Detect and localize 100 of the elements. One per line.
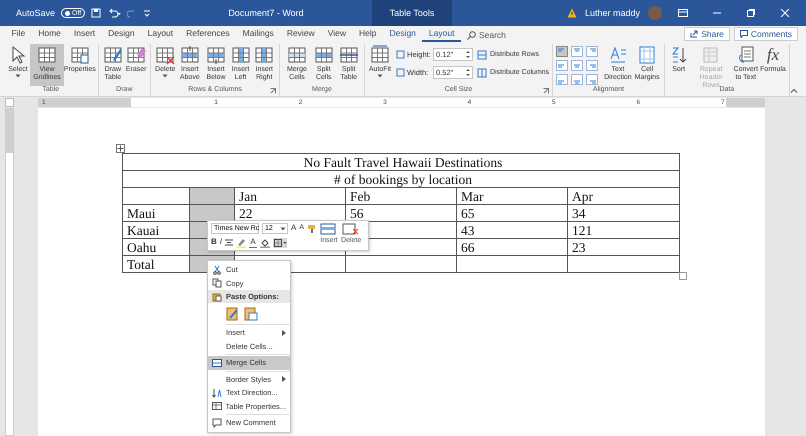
table-cell: 65 [456,204,568,222]
warning-icon [566,8,577,18]
document-title: Document7 - Word [227,8,305,18]
autofit-icon [370,45,390,65]
table-tools-label: Table Tools [372,0,452,26]
merge-cells-icon [212,358,222,368]
table-cell: 66 [456,238,568,256]
row-height-icon [396,50,406,59]
comment-icon [212,418,222,428]
undo-icon[interactable] [107,8,122,18]
table-cell: Maui [122,204,190,222]
close-icon[interactable] [780,9,790,17]
comment-icon [740,30,748,38]
ribbon-tab[interactable]: References [180,28,236,42]
align-button[interactable] [556,74,568,85]
share-button[interactable]: Share [684,27,730,41]
align-button[interactable] [586,60,598,71]
align-button[interactable] [571,46,584,57]
paste-keep-formatting-icon[interactable] [226,306,240,320]
table-cell: Total [122,256,190,272]
formula-icon: fx [766,45,780,65]
gridlines-icon [37,45,57,65]
autosave-label: AutoSave [16,8,56,18]
save-icon[interactable] [91,8,102,18]
submenu-arrow-icon [282,376,286,382]
customize-toolbar-icon[interactable] [143,9,152,17]
ribbon-tab[interactable]: Insert [67,28,102,42]
search-icon [466,30,476,40]
text-direction-icon [212,388,222,398]
ribbon-tab[interactable]: Review [280,28,322,42]
ribbon-tab[interactable]: Layout [141,28,180,42]
align-button[interactable] [556,46,568,57]
comments-button[interactable]: Comments [734,27,798,41]
ribbon-tab[interactable]: Help [352,28,383,42]
eraser-table-icon [126,45,146,65]
distribute-columns-icon [477,68,488,78]
cell-margins-icon [637,45,658,65]
text-direction-icon [608,45,628,65]
shading-icon[interactable] [260,238,270,248]
ribbon-tab[interactable]: Mailings [236,28,280,42]
grow-font-button[interactable]: A [291,223,296,234]
clipboard-icon [212,292,222,302]
align-button[interactable] [571,60,584,71]
align-button[interactable] [586,74,598,85]
column-width-icon [396,68,406,77]
table-cell: 121 [568,222,680,238]
restore-icon[interactable] [746,9,756,17]
caret-icon [376,74,383,78]
bold-button[interactable]: B [211,237,217,248]
caret-icon [280,226,286,230]
user-name[interactable]: Luther maddy [584,8,640,18]
insert-left-icon [230,45,251,65]
ribbon-tab[interactable]: Design [102,28,142,42]
insert-right-icon [254,45,274,65]
font-color-button[interactable]: A [249,237,258,248]
table-cell: Apr [568,188,680,204]
spinner-icon [466,50,470,59]
search-field[interactable]: Search [460,30,512,42]
table-cell: Jan [234,188,346,204]
table-cell: 56 [346,204,456,222]
insert-below-icon [206,45,226,65]
paste-picture-icon[interactable] [244,306,258,320]
table-subtitle: # of bookings by location [122,170,680,188]
ribbon-tab[interactable]: Home [32,28,68,42]
table-cell: Oahu [122,238,190,256]
share-icon [690,30,698,38]
table-properties-icon [212,401,222,412]
caret-icon [15,74,21,78]
insert-table-icon [320,223,338,235]
align-button[interactable] [571,74,584,85]
align-button[interactable] [586,46,598,57]
resize-handle[interactable] [679,272,687,280]
merge-cells-icon [286,45,307,65]
table-cell: Mar [456,188,568,204]
delete-table-icon [155,45,176,65]
caret-icon [162,74,168,78]
align-button[interactable] [556,60,568,71]
center-align-icon[interactable] [225,238,234,246]
submenu-arrow-icon [282,330,286,336]
insert-above-icon [180,45,200,65]
delete-table-icon [342,223,360,235]
table-properties-icon [70,45,90,65]
format-painter-icon[interactable] [307,224,318,234]
ribbon-tab[interactable]: Design [382,28,422,42]
dialog-launcher-icon [543,88,550,94]
move-handle-icon[interactable] [116,144,125,153]
borders-icon[interactable] [273,238,288,248]
collapse-ribbon-icon[interactable] [790,88,798,93]
split-cells-icon [314,45,334,65]
table-cell: 34 [568,204,680,222]
distribute-rows-icon [477,50,488,60]
table-cell: Kauai [122,222,190,238]
spinner-icon [466,68,470,77]
italic-button[interactable]: I [220,237,222,248]
ribbon-tab[interactable]: View [321,28,352,42]
pencil-table-icon [102,45,123,65]
ribbon-display-icon[interactable] [678,9,688,17]
copy-icon [212,278,222,288]
table-cell: 43 [456,222,568,238]
ribbon-tab[interactable]: File [5,28,32,42]
